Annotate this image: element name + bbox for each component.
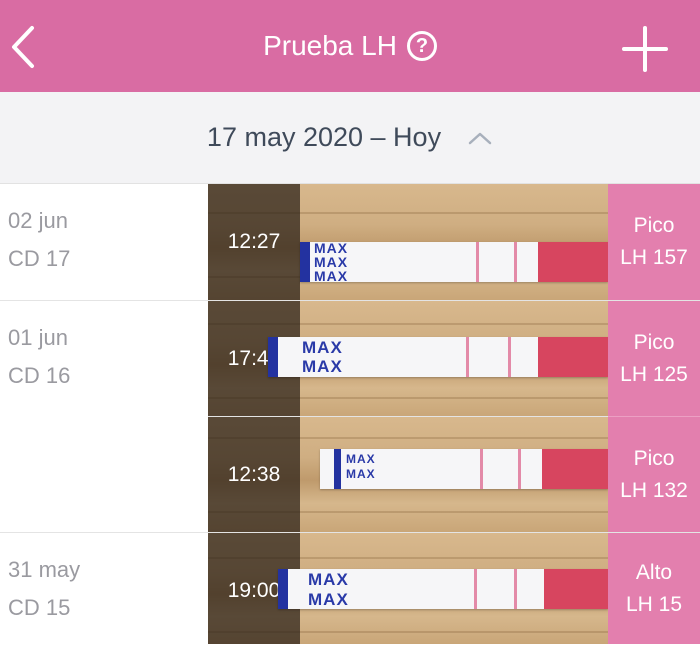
title-group: Prueba LH ? [0, 0, 700, 92]
test-strip: MAX MAX [268, 337, 608, 377]
entry-cycle-day: CD 16 [8, 363, 71, 388]
chevron-up-icon[interactable] [467, 130, 493, 146]
result-lh-value: LH 15 [625, 592, 683, 616]
entry-cycle-day: CD 15 [8, 595, 71, 620]
test-strip-photo[interactable]: 17:41 MAX MAX [208, 301, 608, 417]
result-status: Pico [633, 331, 675, 354]
date-cell: 02 jun CD 17 [0, 184, 208, 300]
list-item: 31 may CD 15 19:00 MAX MAX Alto LH 15 [0, 532, 700, 644]
list-item: 12:38 MAX MAX Pico LH 132 [0, 416, 700, 532]
result-lh-value: LH 125 [620, 363, 688, 386]
list-item: 02 jun CD 17 12:27 MAX MAX MAX Pico LH 1… [0, 184, 700, 300]
plus-icon[interactable] [622, 26, 668, 72]
entry-time: 12:27 [227, 230, 281, 253]
chevron-left-icon[interactable] [6, 22, 46, 72]
result-cell[interactable]: Pico LH 157 [608, 184, 700, 300]
page-title: Prueba LH [263, 30, 397, 61]
date-range-bar: 17 may 2020 – Hoy [0, 92, 700, 184]
entry-time: 12:38 [227, 463, 281, 486]
result-cell[interactable]: Pico LH 132 [608, 416, 700, 532]
test-strip: MAX MAX [320, 449, 608, 489]
result-cell[interactable]: Alto LH 15 [608, 533, 700, 644]
entry-cycle-day: CD 17 [8, 246, 71, 271]
test-strip-photo[interactable]: 12:27 MAX MAX MAX [208, 184, 608, 300]
entry-day: 01 jun [8, 325, 68, 350]
result-status: Alto [635, 560, 673, 584]
date-cell [0, 416, 208, 532]
date-range-label[interactable]: 17 may 2020 – Hoy [207, 122, 441, 153]
result-lh-value: LH 132 [620, 478, 688, 502]
result-lh-value: LH 157 [620, 246, 688, 269]
test-strip: MAX MAX [278, 569, 608, 609]
test-strip: MAX MAX MAX [300, 241, 608, 283]
result-status: Pico [633, 214, 675, 237]
app-header: Prueba LH ? [0, 0, 700, 92]
date-cell: 01 jun CD 16 [0, 301, 208, 417]
test-strip-photo[interactable]: 12:38 MAX MAX [208, 416, 608, 532]
entry-day: 31 may [8, 557, 81, 582]
date-cell: 31 may CD 15 [0, 533, 208, 649]
entry-day: 02 jun [8, 208, 68, 233]
test-strip-photo[interactable]: 19:00 MAX MAX [208, 533, 608, 644]
help-icon[interactable]: ? [406, 31, 437, 61]
result-status: Pico [633, 446, 675, 470]
result-cell[interactable]: Pico LH 125 [608, 301, 700, 417]
list-item: 01 jun CD 16 17:41 MAX MAX Pico LH 125 [0, 300, 700, 417]
